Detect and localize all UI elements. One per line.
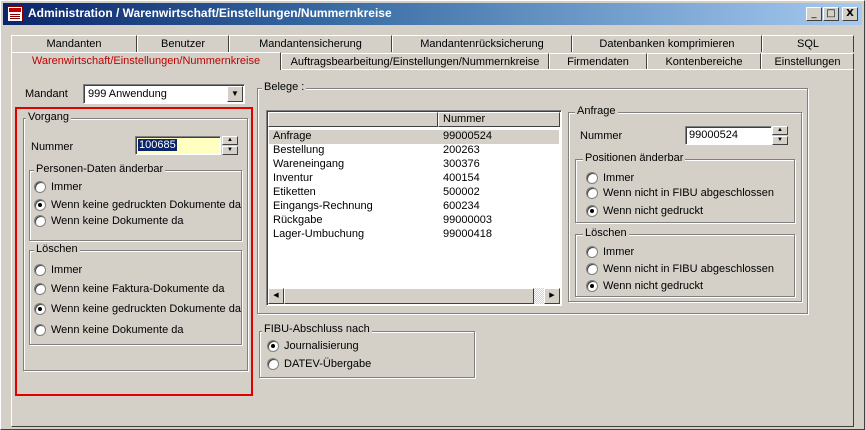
- radio-icon: [586, 246, 598, 258]
- application-window: Administration / Warenwirtschaft/Einstel…: [0, 0, 865, 430]
- list-item[interactable]: Eingangs-Rechnung 600234: [269, 200, 559, 214]
- mandant-value: 999 Anwendung: [88, 88, 167, 100]
- tab-kontenbereiche[interactable]: Kontenbereiche: [647, 53, 761, 70]
- radio-checked-icon: [586, 205, 598, 217]
- radio-checked-icon: [267, 340, 279, 352]
- mandant-label: Mandant: [25, 88, 68, 100]
- window-title: Administration / Warenwirtschaft/Einstel…: [28, 6, 392, 20]
- spin-up-icon[interactable]: ▲: [772, 126, 788, 135]
- tab-mandanten[interactable]: Mandanten: [11, 35, 137, 52]
- spin-down-icon[interactable]: ▼: [772, 136, 788, 145]
- positionen-title: Positionen änderbar: [583, 152, 686, 164]
- minimize-button[interactable]: _: [806, 7, 822, 21]
- list-item[interactable]: Etiketten 500002: [269, 186, 559, 200]
- tab-mandantenruecksicherung[interactable]: Mandantenrücksicherung: [392, 35, 572, 52]
- mandant-select[interactable]: 999 Anwendung ▼: [83, 84, 245, 104]
- tab-mandantensicherung[interactable]: Mandantensicherung: [229, 35, 392, 52]
- scroll-thumb[interactable]: [284, 288, 534, 304]
- list-item-selected[interactable]: Anfrage 99000524: [269, 130, 559, 144]
- scroll-right-icon[interactable]: ▶: [544, 288, 560, 304]
- radio-checked-icon: [586, 280, 598, 292]
- scroll-left-icon[interactable]: ◀: [268, 288, 284, 304]
- dropdown-arrow-icon[interactable]: ▼: [227, 86, 243, 102]
- fibu-title: FIBU-Abschluss nach: [262, 323, 372, 335]
- list-item[interactable]: Lager-Umbuchung 99000418: [269, 228, 559, 242]
- radio-icon: [586, 172, 598, 184]
- tab-firmendaten[interactable]: Firmendaten: [549, 53, 647, 70]
- list-item[interactable]: Wareneingang 300376: [269, 158, 559, 172]
- anfrage-nummer-label: Nummer: [580, 130, 623, 142]
- tab-warenwirtschaft-nummernkreise[interactable]: Warenwirtschaft/Einstellungen/Nummernkre…: [11, 52, 281, 70]
- belege-list[interactable]: Nummer Anfrage 99000524 Bestellung 20026…: [266, 110, 562, 306]
- column-header-nummer[interactable]: Nummer: [438, 112, 560, 127]
- horizontal-scrollbar[interactable]: ◀ ▶: [268, 288, 560, 304]
- tab-benutzer[interactable]: Benutzer: [137, 35, 229, 52]
- app-icon: [7, 6, 23, 22]
- list-item[interactable]: Inventur 400154: [269, 172, 559, 186]
- radio-icon: [267, 358, 279, 370]
- list-item[interactable]: Rückgabe 99000003: [269, 214, 559, 228]
- title-bar[interactable]: Administration / Warenwirtschaft/Einstel…: [3, 3, 862, 25]
- tab-auftragsbearbeitung-nummernkreise[interactable]: Auftragsbearbeitung/Einstellungen/Nummer…: [281, 53, 549, 70]
- radio-icon: [586, 263, 598, 275]
- anfrage-loeschen-title: Löschen: [583, 227, 629, 239]
- anfrage-nummer-value: 99000524: [689, 129, 738, 141]
- tab-sql[interactable]: SQL: [762, 35, 854, 52]
- column-header-name[interactable]: [268, 112, 438, 127]
- anfrage-nummer-input[interactable]: 99000524: [685, 126, 772, 145]
- list-item[interactable]: Bestellung 200263: [269, 144, 559, 158]
- belege-title: Belege :: [262, 81, 307, 93]
- tab-datenbanken-komprimieren[interactable]: Datenbanken komprimieren: [572, 35, 762, 52]
- maximize-button[interactable]: □: [823, 7, 839, 21]
- anfrage-nummer-spinner[interactable]: ▲ ▼: [772, 126, 788, 145]
- tab-einstellungen[interactable]: Einstellungen: [761, 53, 854, 70]
- close-button[interactable]: X: [842, 7, 858, 21]
- highlight-box: [15, 107, 253, 396]
- anfrage-title: Anfrage: [575, 105, 618, 117]
- radio-icon: [586, 187, 598, 199]
